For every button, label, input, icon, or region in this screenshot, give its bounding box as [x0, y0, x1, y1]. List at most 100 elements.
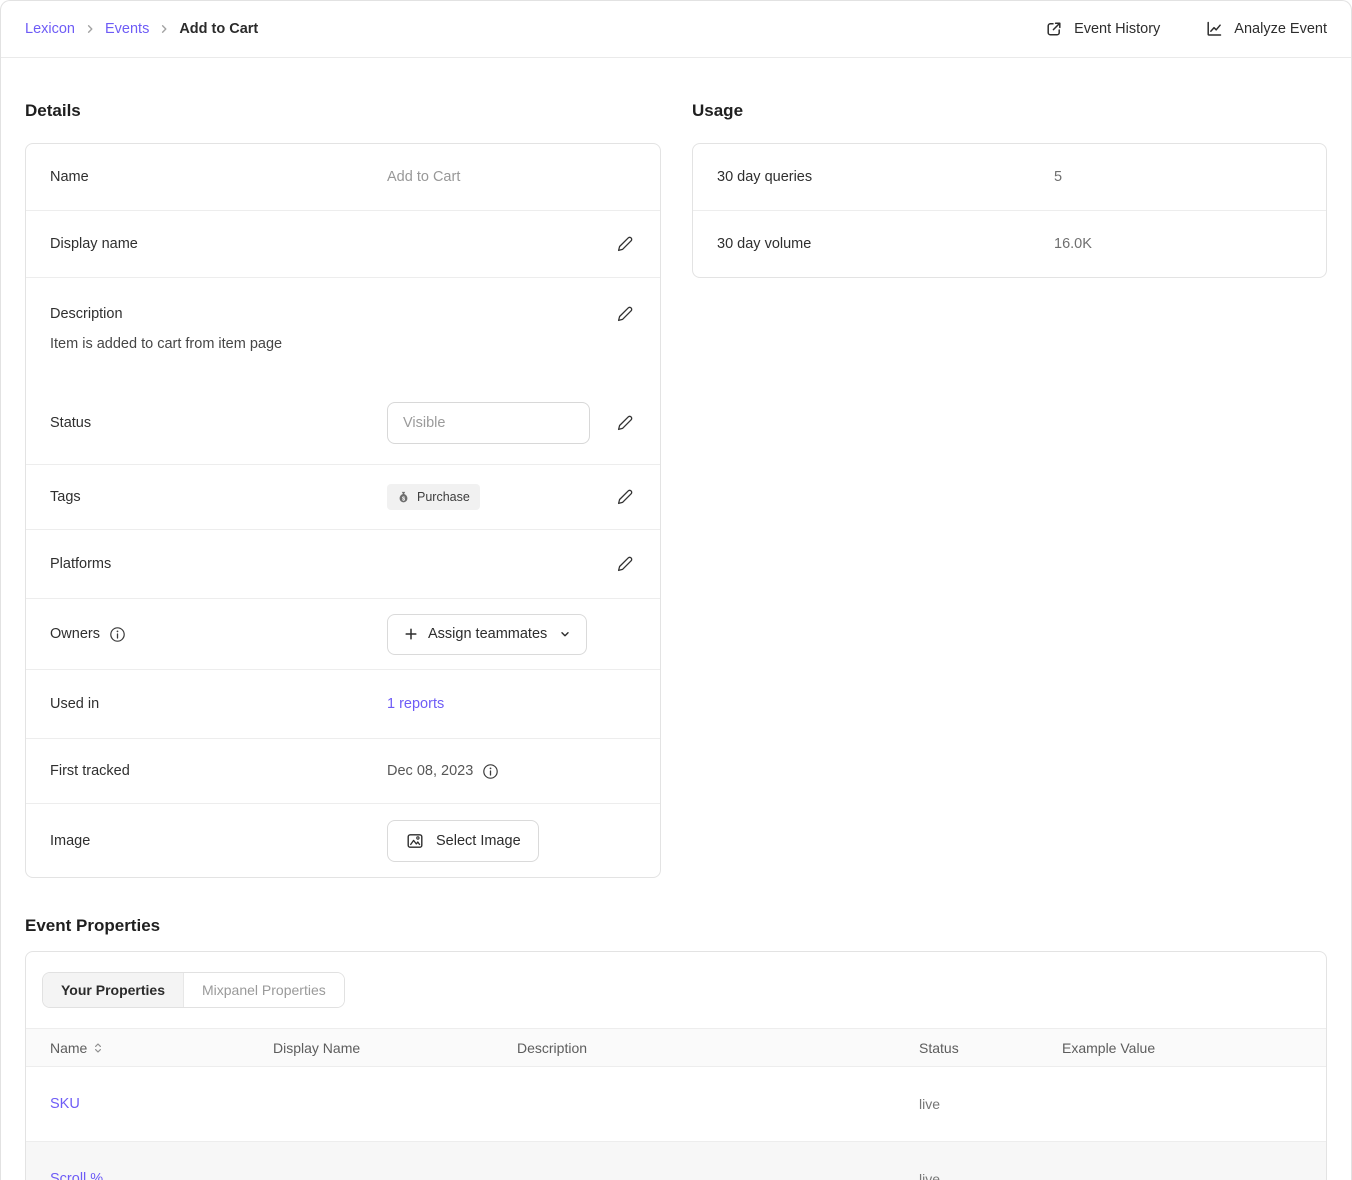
column-header-status: Status — [919, 1029, 1062, 1067]
analyze-event-button[interactable]: Analyze Event — [1204, 19, 1327, 39]
edit-platforms-button[interactable] — [614, 553, 636, 575]
tags-label: Tags — [50, 489, 387, 505]
first-tracked-value: Dec 08, 2023 — [387, 763, 473, 779]
usage-title: Usage — [692, 101, 1327, 121]
header-actions: Event History Analyze Event — [1044, 19, 1327, 39]
property-link[interactable]: SKU — [50, 1096, 80, 1112]
tag-chip-purchase[interactable]: $ Purchase — [387, 484, 480, 510]
select-image-button[interactable]: Select Image — [387, 820, 539, 862]
chevron-right-icon — [84, 23, 96, 35]
pencil-icon — [616, 414, 634, 432]
reports-link[interactable]: 1 reports — [387, 696, 444, 712]
description-value: Item is added to cart from item page — [50, 336, 636, 352]
details-card: Name Add to Cart Display name — [25, 143, 661, 878]
status-value: live — [919, 1171, 940, 1180]
main-content: Details Name Add to Cart Display name — [1, 58, 1351, 1180]
owners-label: Owners — [50, 626, 100, 642]
event-properties-title: Event Properties — [25, 916, 1327, 936]
edit-status-button[interactable] — [614, 412, 636, 434]
event-properties-card: Your Properties Mixpanel Properties Name — [25, 951, 1327, 1180]
volume-label: 30 day volume — [717, 236, 1054, 252]
pencil-icon — [616, 305, 634, 323]
edit-tags-button[interactable] — [614, 486, 636, 508]
queries-label: 30 day queries — [717, 169, 1054, 185]
details-row-description: Description Item is added to cart from i… — [26, 277, 660, 381]
first-tracked-label: First tracked — [50, 763, 387, 779]
table-row-sku[interactable]: SKU live — [26, 1067, 1326, 1142]
money-bag-icon: $ — [397, 491, 410, 504]
description-label: Description — [50, 306, 387, 322]
assign-teammates-button[interactable]: Assign teammates — [387, 614, 587, 655]
column-header-display-name: Display Name — [273, 1029, 517, 1067]
tab-mixpanel-properties[interactable]: Mixpanel Properties — [183, 973, 344, 1007]
table-header-row: Name Display Name — [26, 1029, 1326, 1067]
cell-display-name — [273, 1142, 517, 1180]
breadcrumb-link-lexicon[interactable]: Lexicon — [25, 21, 75, 37]
pencil-icon — [616, 235, 634, 253]
details-row-used-in: Used in 1 reports — [26, 669, 660, 738]
info-icon[interactable] — [109, 626, 126, 643]
breadcrumb: Lexicon Events Add to Cart — [25, 21, 258, 37]
external-link-icon — [1044, 19, 1064, 39]
display-name-label: Display name — [50, 236, 387, 252]
status-label: Status — [50, 415, 387, 431]
details-row-status: Status — [26, 381, 660, 464]
pencil-icon — [616, 555, 634, 573]
used-in-label: Used in — [50, 696, 387, 712]
status-value: live — [919, 1096, 940, 1112]
lexicon-event-page: Lexicon Events Add to Cart Event Histo — [0, 0, 1352, 1180]
image-icon — [405, 831, 425, 851]
name-value: Add to Cart — [387, 169, 460, 185]
column-header-description: Description — [517, 1029, 919, 1067]
breadcrumb-current: Add to Cart — [179, 21, 258, 37]
analyze-event-label: Analyze Event — [1234, 21, 1327, 37]
details-row-image: Image Select Image — [26, 803, 660, 877]
edit-display-name-button[interactable] — [614, 233, 636, 255]
tab-your-properties[interactable]: Your Properties — [43, 973, 183, 1007]
usage-card: 30 day queries 5 30 day volume 16.0K — [692, 143, 1327, 278]
line-chart-icon — [1204, 19, 1224, 39]
event-history-label: Event History — [1074, 21, 1160, 37]
volume-value: 16.0K — [1054, 236, 1092, 252]
details-row-tags: Tags $ Purchase — [26, 464, 660, 529]
cell-description — [517, 1142, 919, 1180]
details-row-name: Name Add to Cart — [26, 144, 660, 210]
info-icon[interactable] — [482, 763, 499, 780]
platforms-label: Platforms — [50, 556, 387, 572]
details-section: Details Name Add to Cart Display name — [25, 58, 661, 878]
chevron-down-icon — [559, 628, 571, 640]
plus-icon — [403, 626, 419, 642]
name-column-label: Name — [50, 1040, 87, 1056]
queries-value: 5 — [1054, 169, 1062, 185]
image-label: Image — [50, 833, 387, 849]
top-bar: Lexicon Events Add to Cart Event Histo — [1, 1, 1351, 58]
column-header-name[interactable]: Name — [26, 1029, 273, 1067]
cell-description — [517, 1067, 919, 1142]
assign-teammates-label: Assign teammates — [428, 626, 547, 642]
property-link[interactable]: Scroll % — [50, 1171, 103, 1180]
cell-example-value — [1062, 1142, 1326, 1180]
cell-display-name — [273, 1067, 517, 1142]
name-label: Name — [50, 169, 387, 185]
edit-description-button[interactable] — [614, 303, 636, 325]
details-row-owners: Owners — [26, 598, 660, 669]
details-row-first-tracked: First tracked Dec 08, 2023 — [26, 738, 660, 803]
event-properties-section: Event Properties Your Properties Mixpane… — [25, 916, 1327, 1180]
usage-row-volume: 30 day volume 16.0K — [693, 210, 1326, 277]
cell-example-value — [1062, 1067, 1326, 1142]
details-title: Details — [25, 101, 661, 121]
table-row-scroll[interactable]: Scroll % live — [26, 1142, 1326, 1180]
chevron-right-icon — [158, 23, 170, 35]
tag-label: Purchase — [417, 490, 470, 504]
sort-arrows-icon — [93, 1042, 103, 1054]
details-row-display-name: Display name — [26, 210, 660, 277]
column-header-example-value: Example Value — [1062, 1029, 1326, 1067]
usage-row-queries: 30 day queries 5 — [693, 144, 1326, 210]
status-input[interactable] — [387, 402, 590, 444]
breadcrumb-link-events[interactable]: Events — [105, 21, 149, 37]
details-row-platforms: Platforms — [26, 529, 660, 598]
usage-section: Usage 30 day queries 5 30 day volume 16.… — [692, 58, 1327, 278]
event-history-button[interactable]: Event History — [1044, 19, 1160, 39]
properties-table: Name Display Name — [26, 1028, 1326, 1180]
properties-tabs: Your Properties Mixpanel Properties — [42, 972, 345, 1008]
